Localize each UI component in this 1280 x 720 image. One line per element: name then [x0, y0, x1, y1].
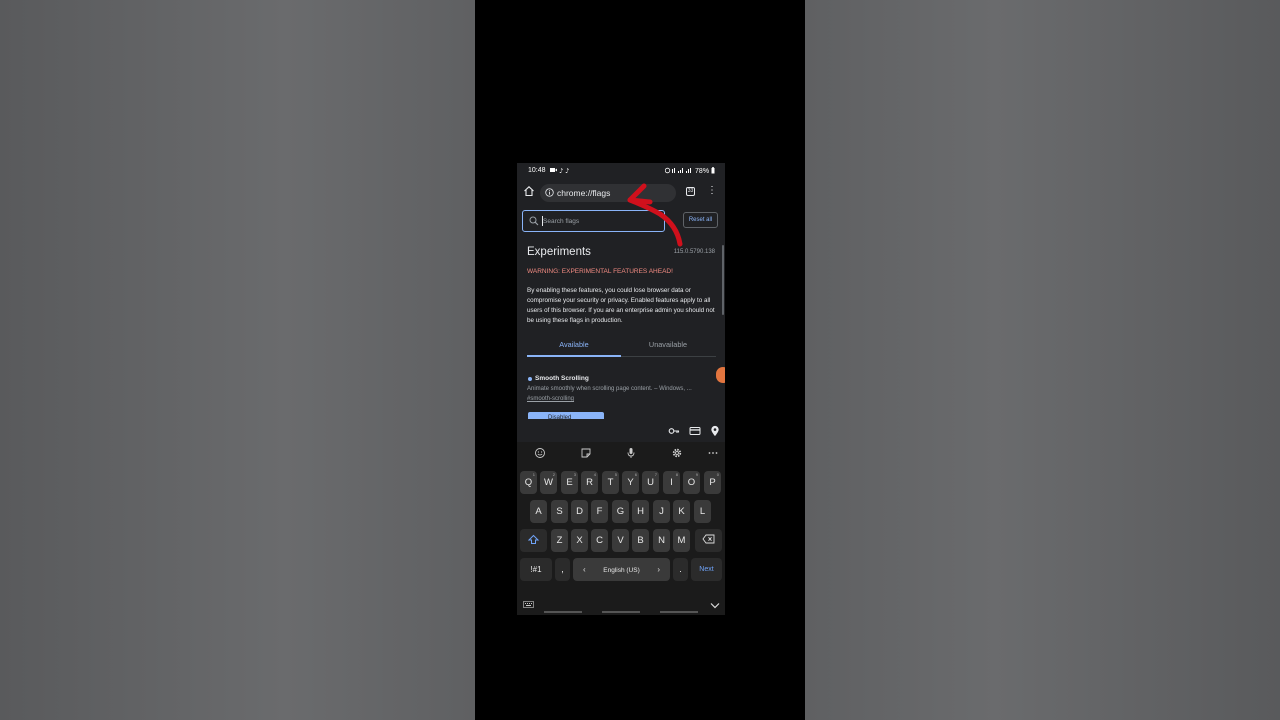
key-g[interactable]: G: [612, 500, 629, 523]
keyboard-bottom-bar: [517, 594, 725, 615]
key-q[interactable]: Q1: [520, 471, 537, 494]
shift-key[interactable]: [520, 529, 547, 552]
space-key-label: English (US): [603, 567, 640, 574]
key-b[interactable]: B: [632, 529, 649, 552]
camera-icon: ♪ ♪: [550, 167, 570, 175]
notification-icons: ♪ ♪: [550, 167, 572, 176]
key-z[interactable]: Z: [551, 529, 568, 552]
key-w[interactable]: W2: [540, 471, 557, 494]
space-key[interactable]: ‹ English (US) ›: [573, 558, 670, 581]
search-icon: [529, 216, 539, 226]
battery-icon: [711, 167, 715, 174]
comma-key[interactable]: ,: [555, 558, 570, 581]
key-y[interactable]: Y6: [622, 471, 639, 494]
key-v[interactable]: V: [612, 529, 629, 552]
keyboard-toolbar: [517, 442, 725, 464]
active-tab-indicator: [527, 355, 621, 357]
key-l[interactable]: L: [694, 500, 711, 523]
key-m[interactable]: M: [673, 529, 690, 552]
key-i[interactable]: I8: [663, 471, 680, 494]
tab-available[interactable]: Available: [527, 340, 621, 349]
key-c[interactable]: C: [591, 529, 608, 552]
flag-dot: [528, 377, 532, 381]
signal-icons: [664, 167, 692, 174]
svg-text:♪: ♪: [559, 167, 564, 174]
key-o[interactable]: O9: [683, 471, 700, 494]
status-time: 10:48: [528, 167, 546, 174]
chevron-right-icon: ›: [657, 565, 660, 574]
autofill-bar: [517, 419, 725, 443]
key-h[interactable]: H: [632, 500, 649, 523]
status-right: 78%: [664, 167, 715, 175]
keyboard: Q1 W2 E3 R4 T5 Y6 U7 I8 O9 P0 A S D F G …: [517, 442, 725, 615]
battery-percent: 78%: [695, 168, 710, 175]
key-j[interactable]: J: [653, 500, 670, 523]
background-left: [0, 0, 475, 720]
nav-indicator: [602, 611, 640, 613]
floating-handle[interactable]: [716, 367, 725, 383]
emoji-icon[interactable]: [534, 447, 546, 459]
backspace-key[interactable]: [695, 529, 722, 552]
credit-card-icon[interactable]: [689, 425, 701, 437]
location-icon[interactable]: [709, 425, 721, 437]
status-bar: 10:48 ♪ ♪ 78%: [517, 163, 725, 178]
tab-unavailable[interactable]: Unavailable: [621, 340, 715, 349]
microphone-icon[interactable]: [625, 447, 637, 459]
key-f[interactable]: F: [591, 500, 608, 523]
keyboard-switch-icon[interactable]: [523, 601, 534, 608]
page-title: Experiments: [527, 246, 591, 258]
sticker-icon[interactable]: [580, 447, 592, 459]
key-s[interactable]: S: [551, 500, 568, 523]
key-u[interactable]: U7: [642, 471, 659, 494]
more-options-icon[interactable]: [707, 447, 719, 459]
info-icon[interactable]: [545, 188, 554, 197]
key-r[interactable]: R4: [581, 471, 598, 494]
shift-icon: [527, 534, 540, 544]
flag-description: Animate smoothly when scrolling page con…: [527, 386, 692, 392]
key-p[interactable]: P0: [704, 471, 721, 494]
warning-text: WARNING: EXPERIMENTAL FEATURES AHEAD!: [527, 268, 673, 275]
key-icon[interactable]: [668, 425, 680, 437]
symbols-key[interactable]: !#1: [520, 558, 552, 581]
flag-title: Smooth Scrolling: [535, 375, 589, 382]
next-key[interactable]: Next: [691, 558, 722, 581]
nav-indicator: [544, 611, 582, 613]
key-a[interactable]: A: [530, 500, 547, 523]
tab-bar: Available Unavailable: [527, 335, 716, 357]
key-t[interactable]: T5: [602, 471, 619, 494]
hide-keyboard-icon[interactable]: [710, 602, 720, 609]
period-key[interactable]: .: [673, 558, 688, 581]
scrollbar[interactable]: [722, 245, 724, 315]
background-right: [805, 0, 1280, 720]
settings-icon[interactable]: [671, 447, 683, 459]
key-x[interactable]: X: [571, 529, 588, 552]
key-e[interactable]: E3: [561, 471, 578, 494]
nav-indicator: [660, 611, 698, 613]
annotation-arrow-icon: [627, 183, 683, 247]
home-icon[interactable]: [523, 185, 535, 197]
description-text: By enabling these features, you could lo…: [527, 287, 715, 324]
more-menu-icon[interactable]: ⋮: [707, 184, 717, 198]
key-k[interactable]: K: [673, 500, 690, 523]
key-n[interactable]: N: [653, 529, 670, 552]
flag-link[interactable]: #smooth-scrolling: [527, 396, 574, 402]
svg-text:♪: ♪: [565, 167, 570, 174]
backspace-icon: [702, 534, 715, 544]
key-d[interactable]: D: [571, 500, 588, 523]
chevron-left-icon: ‹: [583, 565, 586, 574]
